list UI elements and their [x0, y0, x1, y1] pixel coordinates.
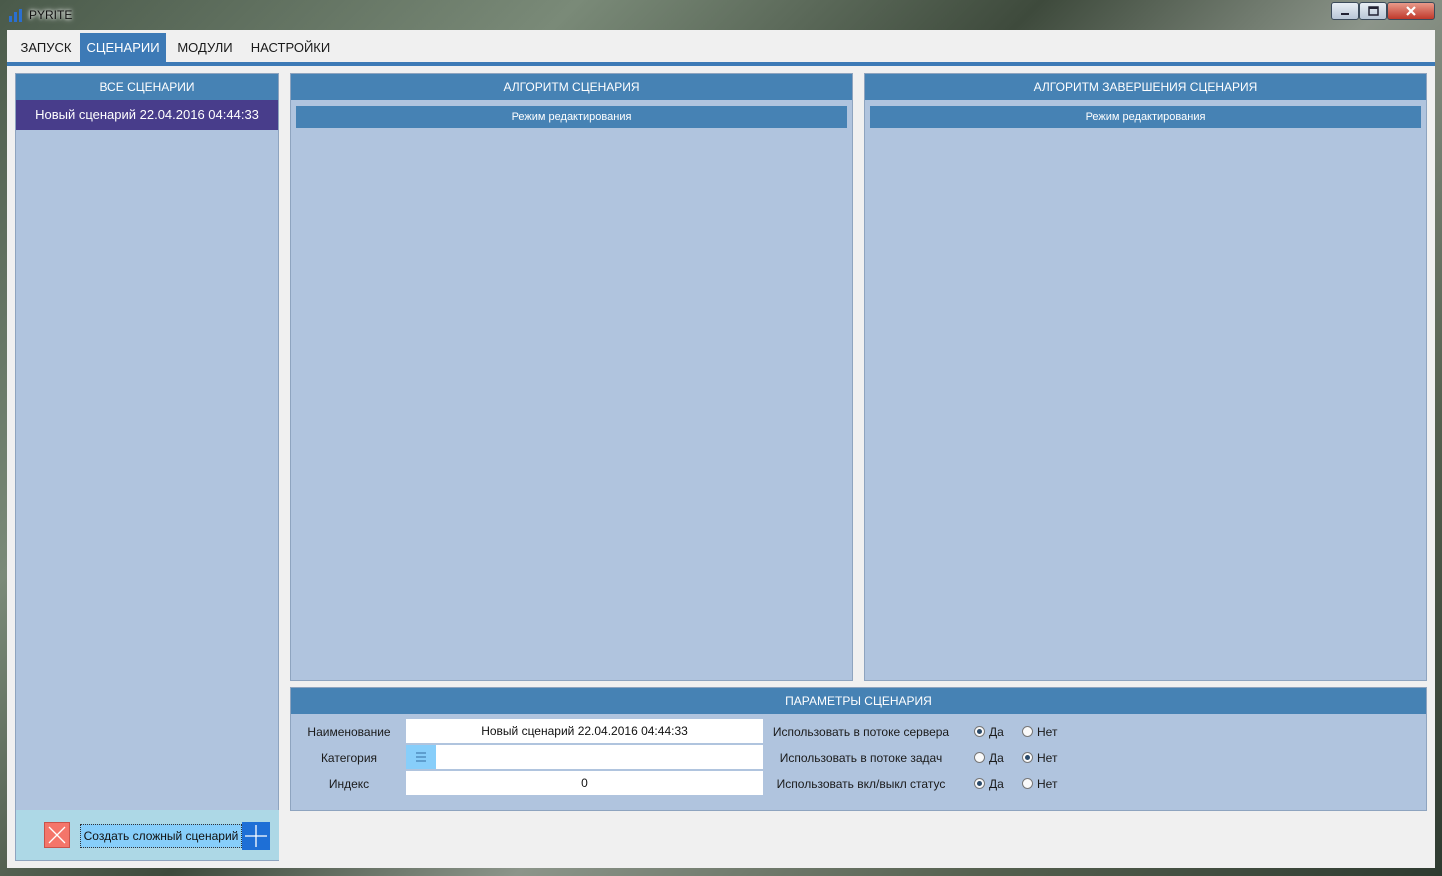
server-thread-no-radio[interactable]	[1022, 726, 1033, 737]
create-complex-scenario-button[interactable]: Создать сложный сценарий	[80, 824, 242, 848]
tab-settings[interactable]: НАСТРОЙКИ	[247, 33, 334, 62]
task-thread-no-radio[interactable]	[1022, 752, 1033, 763]
close-x-icon	[48, 826, 66, 844]
window-title: PYRITE	[29, 8, 73, 22]
status-toggle-yes-label: Да	[989, 777, 1004, 791]
name-field[interactable]: Новый сценарий 22.04.2016 04:44:33	[406, 719, 763, 743]
minimize-icon	[1341, 13, 1349, 15]
scenario-params-header: ПАРАМЕТРЫ СЦЕНАРИЯ	[291, 688, 1426, 714]
delete-scenario-button[interactable]	[44, 822, 70, 848]
finish-edit-mode-button[interactable]: Режим редактирования	[870, 106, 1421, 128]
app-logo-icon	[9, 9, 22, 22]
status-toggle-label: Использовать вкл/выкл статус	[776, 777, 946, 791]
scenario-algorithm-panel: АЛГОРИТМ СЦЕНАРИЯ Режим редактирования	[290, 73, 853, 681]
category-field[interactable]	[406, 745, 763, 769]
close-icon	[1406, 6, 1416, 16]
server-thread-label: Использовать в потоке сервера	[772, 725, 950, 739]
task-thread-yes-radio[interactable]	[974, 752, 985, 763]
tab-scenarios[interactable]: СЦЕНАРИИ	[80, 33, 166, 62]
title-bar[interactable]: PYRITE	[0, 0, 1442, 30]
task-thread-no-label: Нет	[1037, 751, 1058, 765]
index-label: Индекс	[328, 777, 370, 791]
minimize-button[interactable]	[1331, 2, 1359, 20]
task-thread-label: Использовать в потоке задач	[779, 751, 943, 765]
algorithm-edit-mode-button[interactable]: Режим редактирования	[296, 106, 847, 128]
server-thread-yes-radio[interactable]	[974, 726, 985, 737]
maximize-button[interactable]	[1359, 2, 1387, 20]
server-thread-yes-label: Да	[989, 725, 1004, 739]
app-window: PYRITE ЗАПУСК СЦЕНАРИИ МОДУЛИ НАСТРОЙКИ	[0, 0, 1442, 876]
task-thread-yes-label: Да	[989, 751, 1004, 765]
tab-launch[interactable]: ЗАПУСК	[13, 33, 79, 62]
scenarios-footer: Создать сложный сценарий	[16, 810, 279, 860]
list-icon	[416, 752, 426, 762]
add-scenario-button[interactable]	[242, 822, 270, 850]
maximize-icon	[1368, 6, 1379, 16]
scenario-algorithm-header: АЛГОРИТМ СЦЕНАРИЯ	[291, 74, 852, 100]
plus-icon	[245, 825, 267, 847]
tab-underline	[7, 62, 1435, 66]
scenario-params-panel: ПАРАМЕТРЫ СЦЕНАРИЯ Наименование Категори…	[290, 687, 1427, 811]
status-toggle-yes-radio[interactable]	[974, 778, 985, 789]
status-toggle-no-label: Нет	[1037, 777, 1058, 791]
close-window-button[interactable]	[1387, 2, 1435, 20]
server-thread-no-label: Нет	[1037, 725, 1058, 739]
client-area: ЗАПУСК СЦЕНАРИИ МОДУЛИ НАСТРОЙКИ ВСЕ СЦЕ…	[7, 30, 1435, 868]
finish-algorithm-header: АЛГОРИТМ ЗАВЕРШЕНИЯ СЦЕНАРИЯ	[865, 74, 1426, 100]
scenario-list-item[interactable]: Новый сценарий 22.04.2016 04:44:33	[16, 100, 278, 130]
name-label: Наименование	[307, 725, 391, 739]
finish-algorithm-panel: АЛГОРИТМ ЗАВЕРШЕНИЯ СЦЕНАРИЯ Режим редак…	[864, 73, 1427, 681]
all-scenarios-panel: ВСЕ СЦЕНАРИИ Новый сценарий 22.04.2016 0…	[15, 73, 279, 861]
tab-modules[interactable]: МОДУЛИ	[170, 33, 240, 62]
status-toggle-no-radio[interactable]	[1022, 778, 1033, 789]
category-label: Категория	[320, 751, 378, 765]
category-picker-button[interactable]	[406, 745, 436, 769]
all-scenarios-header: ВСЕ СЦЕНАРИИ	[16, 74, 278, 100]
tab-bar: ЗАПУСК СЦЕНАРИИ МОДУЛИ НАСТРОЙКИ	[7, 30, 1435, 66]
index-field[interactable]: 0	[406, 771, 763, 795]
